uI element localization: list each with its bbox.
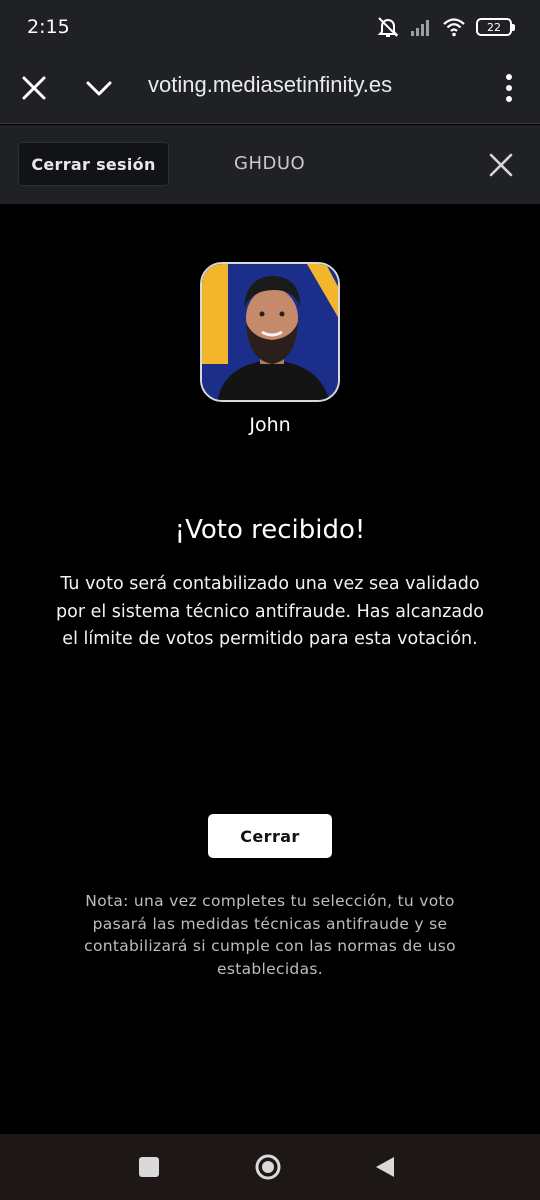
chevron-down-icon[interactable] xyxy=(84,74,114,102)
close-icon[interactable] xyxy=(489,153,513,177)
disclaimer-note: Nota: una vez completes tu selección, tu… xyxy=(84,892,456,978)
logout-button[interactable]: Cerrar sesión xyxy=(18,142,169,186)
candidate-avatar xyxy=(200,262,340,402)
wifi-icon xyxy=(443,18,465,37)
recents-icon[interactable] xyxy=(139,1157,159,1177)
battery-icon: 22 xyxy=(476,18,515,36)
home-icon[interactable] xyxy=(254,1153,282,1181)
back-icon[interactable] xyxy=(374,1155,396,1179)
status-bar: 2:15 22 xyxy=(0,0,540,52)
status-time: 2:15 xyxy=(27,16,70,38)
confirmation-title: ¡Voto recibido! xyxy=(174,515,366,545)
signal-icon xyxy=(411,20,429,36)
app-header: Cerrar sesión GHDUO xyxy=(0,125,540,204)
candidate-photo xyxy=(202,264,338,400)
confirmation-message: Tu voto será contabilizado una vez sea v… xyxy=(56,574,484,649)
battery-level: 22 xyxy=(487,20,501,34)
system-nav-bar xyxy=(0,1134,540,1200)
url-text[interactable]: voting.mediasetinfinity.es xyxy=(148,72,392,98)
status-icons: 22 xyxy=(376,15,515,39)
more-vert-icon[interactable] xyxy=(504,72,514,104)
show-name: GHDUO xyxy=(234,153,306,174)
candidate-name: John xyxy=(249,414,291,436)
close-button[interactable]: Cerrar xyxy=(208,814,332,858)
browser-toolbar: voting.mediasetinfinity.es xyxy=(0,52,540,124)
mute-icon xyxy=(377,17,399,37)
close-icon[interactable] xyxy=(20,74,48,102)
